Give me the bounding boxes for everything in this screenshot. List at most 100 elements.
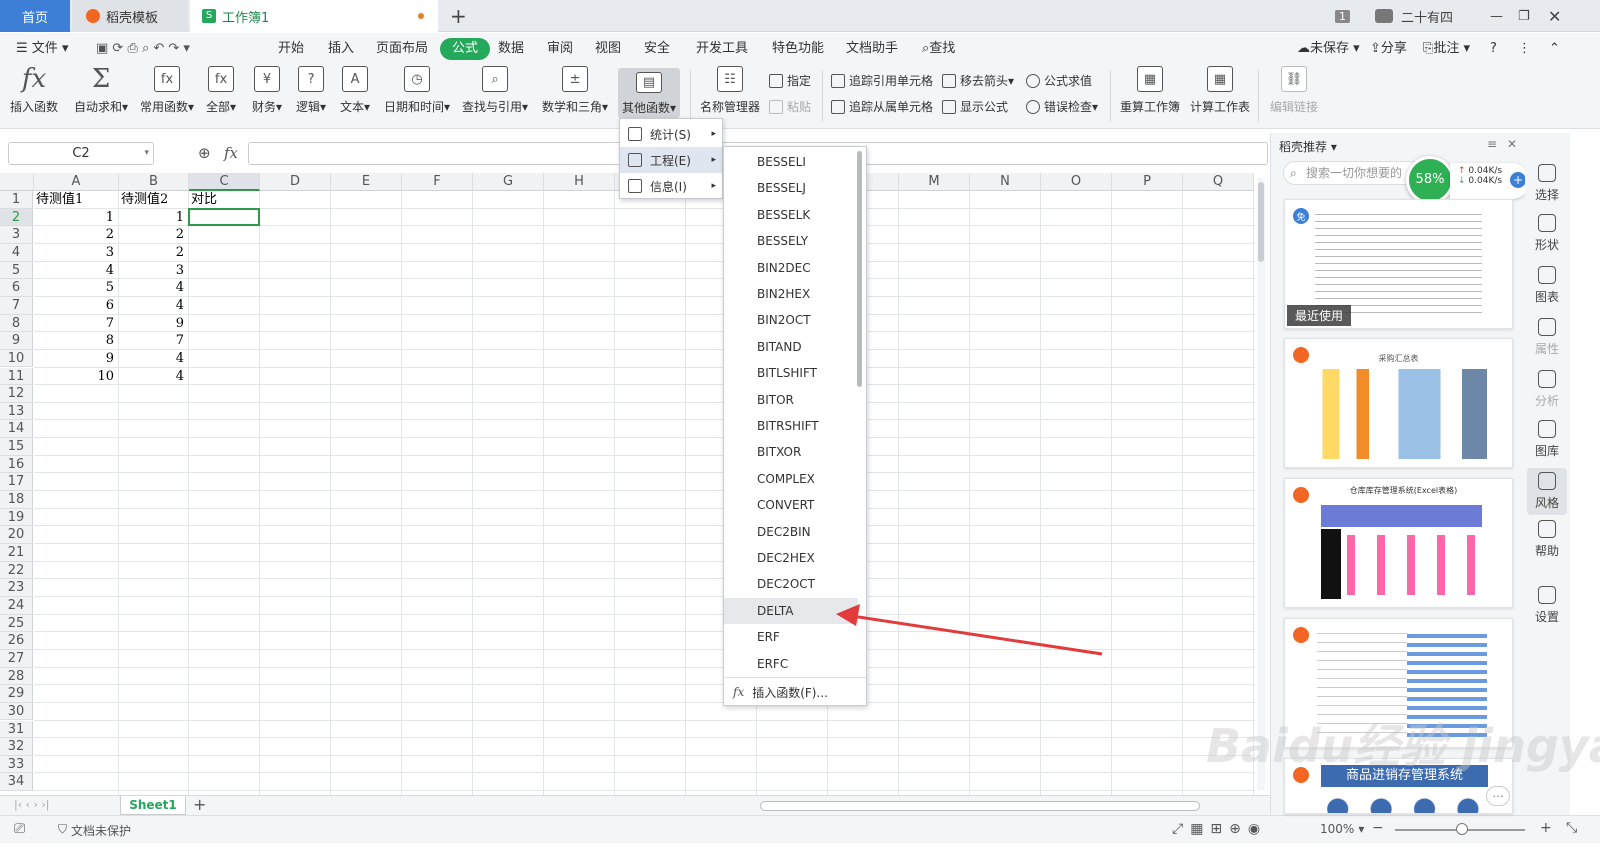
column-header-o[interactable]: O xyxy=(1041,173,1112,191)
specify-button[interactable]: 指定 xyxy=(769,72,811,89)
logic-button[interactable]: ? 逻辑▾ xyxy=(296,66,326,115)
minimize-icon[interactable]: — xyxy=(1490,0,1503,32)
template-card-2[interactable]: 采购汇总表 xyxy=(1284,338,1513,468)
name-manager-button[interactable]: ☷ 名称管理器 xyxy=(700,66,760,115)
table-cell[interactable]: 2 xyxy=(121,226,187,244)
sidebar-style-button[interactable]: 风格 xyxy=(1527,468,1567,515)
edit-links-button[interactable]: ⛓ 编辑链接 xyxy=(1270,66,1318,115)
text-button[interactable]: A 文本▾ xyxy=(340,66,370,115)
function-item-bitand[interactable]: BITAND xyxy=(724,334,858,360)
protect-status[interactable]: ⛉ 文档未保护 xyxy=(58,822,131,839)
function-item-besseli[interactable]: BESSELI xyxy=(724,149,858,175)
finance-button[interactable]: ¥ 财务▾ xyxy=(252,66,282,115)
menu-features[interactable]: 特色功能 xyxy=(768,38,828,60)
zoom-level[interactable]: 100% ▾ xyxy=(1320,822,1364,836)
fullscreen-icon[interactable]: ⤡ xyxy=(1566,820,1577,836)
other-functions-button[interactable]: ▤ 其他函数▾ xyxy=(618,68,681,118)
new-tab-button[interactable]: + xyxy=(450,0,467,32)
function-item-besselk[interactable]: BESSELK xyxy=(724,202,858,228)
sidebar-select-button[interactable]: 选择 xyxy=(1527,164,1567,203)
row-header[interactable]: 23 xyxy=(0,579,33,597)
add-sheet-button[interactable]: + xyxy=(193,795,206,814)
sheet-nav-icon[interactable]: |‹ ‹ › ›| xyxy=(14,798,50,811)
table-cell[interactable]: 2 xyxy=(121,244,187,262)
chat-icon[interactable]: … xyxy=(1486,786,1510,806)
zoom-in-icon[interactable]: + xyxy=(1540,820,1552,836)
row-header[interactable]: 13 xyxy=(0,402,33,421)
common-functions-button[interactable]: fx 常用函数▾ xyxy=(140,66,194,115)
menu-page-layout[interactable]: 页面布局 xyxy=(372,38,432,60)
comment-button[interactable]: ⎘批注 ▾ xyxy=(1419,38,1474,60)
row-header[interactable]: 20 xyxy=(0,526,33,544)
speed-ball[interactable]: 58% xyxy=(1406,156,1454,204)
row-header[interactable]: 9 xyxy=(0,332,33,350)
row-header[interactable]: 5 xyxy=(0,261,33,280)
sidebar-settings-button[interactable]: 设置 xyxy=(1527,586,1567,625)
column-header-h[interactable]: H xyxy=(544,173,615,191)
row-header[interactable]: 11 xyxy=(0,367,33,386)
all-functions-button[interactable]: fx 全部▾ xyxy=(206,66,236,115)
column-header-p[interactable]: P xyxy=(1112,173,1183,191)
view-mode-icons[interactable]: ⤢▦⊞⊕◉ xyxy=(1172,821,1267,837)
sheet-tab[interactable]: Sheet1 xyxy=(120,796,186,815)
row-header[interactable]: 7 xyxy=(0,296,33,315)
function-item-convert[interactable]: CONVERT xyxy=(724,492,858,518)
menu-developer[interactable]: 开发工具 xyxy=(692,38,752,60)
function-item-bitor[interactable]: BITOR xyxy=(724,387,858,413)
error-check-button[interactable]: 错误检查▾ xyxy=(1026,98,1098,115)
quick-access-icons[interactable]: ▣ ⟳ ⎙ ⌕ ↶ ↷ ▾ xyxy=(92,38,194,60)
function-item-bin2hex[interactable]: BIN2HEX xyxy=(724,281,858,307)
header-cell[interactable]: 待测值1 xyxy=(36,191,117,209)
trace-dependents-button[interactable]: 追踪从属单元格 xyxy=(831,98,933,115)
sidebar-gallery-button[interactable]: 图库 xyxy=(1527,420,1567,459)
column-header-b[interactable]: B xyxy=(119,173,189,191)
table-cell[interactable]: 7 xyxy=(36,315,117,333)
recalc-workbook-button[interactable]: ▦ 重算工作簿 xyxy=(1120,66,1180,115)
row-header[interactable]: 19 xyxy=(0,508,33,527)
row-header[interactable]: 4 xyxy=(0,243,33,262)
zoom-out-icon[interactable]: − xyxy=(1372,820,1384,836)
zoom-slider-handle[interactable] xyxy=(1456,823,1468,835)
table-cell[interactable]: 9 xyxy=(36,350,117,368)
menu-review[interactable]: 审阅 xyxy=(543,38,577,60)
datetime-button[interactable]: ◷ 日期和时间▾ xyxy=(384,66,450,115)
row-header[interactable]: 26 xyxy=(0,632,33,650)
menu-item-engineering[interactable]: 工程(E) ▸ xyxy=(620,147,722,173)
unsaved-button[interactable]: ☁未保存 ▾ xyxy=(1293,38,1364,60)
menu-item-stats[interactable]: 统计(S) ▸ xyxy=(620,121,722,147)
show-formula-button[interactable]: 显示公式 xyxy=(942,98,1008,115)
restore-icon[interactable]: ❐ xyxy=(1518,0,1530,32)
user-account[interactable]: 二十有四 xyxy=(1375,0,1453,32)
remove-arrows-button[interactable]: 移去箭头▾ xyxy=(942,72,1014,89)
row-header[interactable]: 31 xyxy=(0,720,33,739)
function-item-bessely[interactable]: BESSELY xyxy=(724,228,858,254)
table-cell[interactable]: 4 xyxy=(36,262,117,280)
template-card-3[interactable]: 仓库库存管理系统(Excel表格) xyxy=(1284,478,1513,608)
table-cell[interactable]: 4 xyxy=(121,368,187,386)
panel-menu-icon[interactable]: ≡ xyxy=(1487,137,1497,151)
column-header-f[interactable]: F xyxy=(402,173,473,191)
panel-title[interactable]: 稻壳推荐 ▾ xyxy=(1279,138,1337,155)
function-item-bin2oct[interactable]: BIN2OCT xyxy=(724,307,858,333)
row-header[interactable]: 10 xyxy=(0,349,33,368)
column-header-a[interactable]: A xyxy=(34,173,119,191)
window-counter[interactable]: 1 xyxy=(1335,0,1350,32)
sidebar-analysis-button[interactable]: 分析 xyxy=(1527,370,1567,409)
table-cell[interactable]: 4 xyxy=(121,279,187,297)
table-cell[interactable]: 6 xyxy=(36,297,117,315)
fx-icon[interactable]: fx xyxy=(224,144,238,162)
row-header[interactable]: 15 xyxy=(0,438,33,456)
row-header[interactable]: 29 xyxy=(0,685,33,703)
row-header[interactable]: 33 xyxy=(0,755,33,774)
paste-button[interactable]: 粘贴 xyxy=(769,98,811,115)
row-header[interactable]: 8 xyxy=(0,314,33,333)
file-menu[interactable]: ☰ 文件 ▾ xyxy=(12,38,72,60)
row-header[interactable]: 16 xyxy=(0,455,33,474)
row-header[interactable]: 18 xyxy=(0,491,33,509)
table-cell[interactable]: 4 xyxy=(121,297,187,315)
header-cell[interactable]: 对比 xyxy=(191,191,258,209)
insert-function-button[interactable]: fx 插入函数 xyxy=(10,64,58,115)
trace-precedents-button[interactable]: 追踪引用单元格 xyxy=(831,72,933,89)
table-cell[interactable]: 5 xyxy=(36,279,117,297)
menu-data[interactable]: 数据 xyxy=(494,38,528,60)
